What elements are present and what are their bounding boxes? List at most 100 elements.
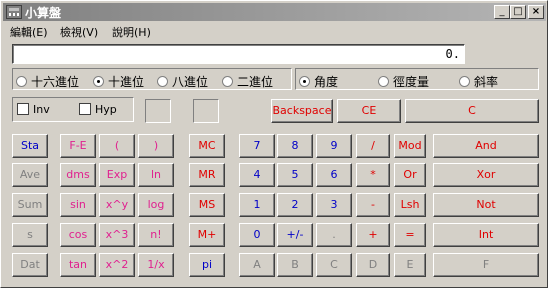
radio-degrees-indicator (299, 76, 310, 87)
hex-d-button[interactable]: D (356, 253, 390, 277)
minimize-button[interactable]: _ (494, 5, 510, 19)
radio-radians-label: 徑度量 (393, 75, 430, 89)
digit-6-button[interactable]: 6 (316, 163, 352, 187)
radio-gradients-indicator (459, 76, 470, 87)
radio-hex[interactable]: 十六進位 (16, 73, 79, 90)
digit-3-button[interactable]: 3 (316, 193, 352, 217)
radio-degrees[interactable]: 角度 (299, 73, 338, 90)
digit-0-button[interactable]: 0 (239, 223, 275, 247)
radio-radians-indicator (378, 76, 389, 87)
equals-button[interactable]: = (394, 223, 426, 247)
radio-oct-label: 八進位 (172, 75, 209, 89)
digit-4-button[interactable]: 4 (239, 163, 275, 187)
factorial-button[interactable]: n! (138, 223, 174, 247)
exp-button[interactable]: Exp (99, 163, 135, 187)
inv-checkbox-label: Inv (33, 103, 50, 116)
hyp-checkbox-box (79, 103, 91, 115)
ave-button[interactable]: Ave (12, 163, 48, 187)
digit-9-button[interactable]: 9 (316, 134, 352, 158)
inv-hyp-group: Inv Hyp (12, 97, 134, 122)
cos-button[interactable]: cos (60, 223, 96, 247)
inv-checkbox-box (17, 103, 29, 115)
reciprocal-button[interactable]: 1/x (138, 253, 174, 277)
calculator-app-icon (6, 5, 22, 19)
mc-button[interactable]: MC (189, 134, 225, 158)
hex-e-button[interactable]: E (394, 253, 426, 277)
hyp-checkbox-label: Hyp (95, 103, 117, 116)
not-button[interactable]: Not (433, 193, 539, 217)
dms-button[interactable]: dms (60, 163, 96, 187)
memory-indicator (193, 99, 219, 123)
sin-button[interactable]: sin (60, 193, 96, 217)
x-squared-button[interactable]: x^2 (99, 253, 135, 277)
and-button[interactable]: And (433, 134, 539, 158)
radio-gradients[interactable]: 斜率 (459, 73, 498, 90)
number-base-group: 十六進位 十進位 八進位 二進位 (12, 68, 292, 90)
radio-dec[interactable]: 十進位 (93, 73, 144, 90)
c-button[interactable]: C (405, 99, 539, 123)
plus-minus-button[interactable]: +/- (277, 223, 313, 247)
add-button[interactable]: + (356, 223, 390, 247)
digit-1-button[interactable]: 1 (239, 193, 275, 217)
digit-8-button[interactable]: 8 (277, 134, 313, 158)
close-paren-button[interactable]: ) (138, 134, 174, 158)
tan-button[interactable]: tan (60, 253, 96, 277)
x-pow-y-button[interactable]: x^y (99, 193, 135, 217)
digit-7-button[interactable]: 7 (239, 134, 275, 158)
radio-bin[interactable]: 二進位 (222, 73, 273, 90)
calculator-window: 小算盤 _ □ × 編輯(E) 檢視(V) 說明(H) 0. 十六進位 十進位 … (0, 0, 548, 288)
hyp-checkbox[interactable]: Hyp (79, 103, 117, 116)
lsh-button[interactable]: Lsh (394, 193, 426, 217)
menu-edit[interactable]: 編輯(E) (10, 24, 48, 40)
close-button[interactable]: × (528, 5, 544, 19)
radio-gradients-label: 斜率 (474, 75, 499, 89)
hex-a-button[interactable]: A (239, 253, 275, 277)
angle-unit-group: 角度 徑度量 斜率 (295, 68, 539, 90)
result-display: 0. (12, 44, 465, 64)
radio-dec-indicator (93, 76, 104, 87)
radio-degrees-label: 角度 (314, 75, 339, 89)
digit-2-button[interactable]: 2 (277, 193, 313, 217)
radio-dec-label: 十進位 (108, 75, 145, 89)
radio-hex-indicator (16, 76, 27, 87)
fe-button[interactable]: F-E (60, 134, 96, 158)
int-button[interactable]: Int (433, 223, 539, 247)
mr-button[interactable]: MR (189, 163, 225, 187)
hex-b-button[interactable]: B (277, 253, 313, 277)
m-plus-button[interactable]: M+ (189, 223, 225, 247)
maximize-button[interactable]: □ (510, 5, 526, 19)
radio-hex-label: 十六進位 (31, 75, 80, 89)
menu-help[interactable]: 說明(H) (112, 24, 151, 40)
decimal-button[interactable]: . (316, 223, 352, 247)
dat-button[interactable]: Dat (12, 253, 48, 277)
log-button[interactable]: log (138, 193, 174, 217)
x-cubed-button[interactable]: x^3 (99, 223, 135, 247)
ln-button[interactable]: ln (138, 163, 174, 187)
divide-button[interactable]: / (356, 134, 390, 158)
subtract-button[interactable]: - (356, 193, 390, 217)
backspace-button[interactable]: Backspace (271, 99, 333, 123)
radio-oct-indicator (157, 76, 168, 87)
multiply-button[interactable]: * (356, 163, 390, 187)
radio-radians[interactable]: 徑度量 (378, 73, 429, 90)
or-button[interactable]: Or (394, 163, 426, 187)
parenthesis-indicator (145, 99, 171, 123)
menu-view[interactable]: 檢視(V) (60, 24, 98, 40)
ce-button[interactable]: CE (337, 99, 401, 123)
mod-button[interactable]: Mod (394, 134, 426, 158)
radio-bin-label: 二進位 (237, 75, 274, 89)
inv-checkbox[interactable]: Inv (17, 103, 50, 116)
radio-bin-indicator (222, 76, 233, 87)
xor-button[interactable]: Xor (433, 163, 539, 187)
ms-button[interactable]: MS (189, 193, 225, 217)
sta-button[interactable]: Sta (12, 134, 48, 158)
hex-c-button[interactable]: C (316, 253, 352, 277)
radio-oct[interactable]: 八進位 (157, 73, 208, 90)
open-paren-button[interactable]: ( (99, 134, 135, 158)
hex-f-button[interactable]: F (433, 253, 539, 277)
window-title: 小算盤 (25, 6, 62, 20)
pi-button[interactable]: pi (189, 253, 225, 277)
sum-button[interactable]: Sum (12, 193, 48, 217)
s-button[interactable]: s (12, 223, 48, 247)
digit-5-button[interactable]: 5 (277, 163, 313, 187)
